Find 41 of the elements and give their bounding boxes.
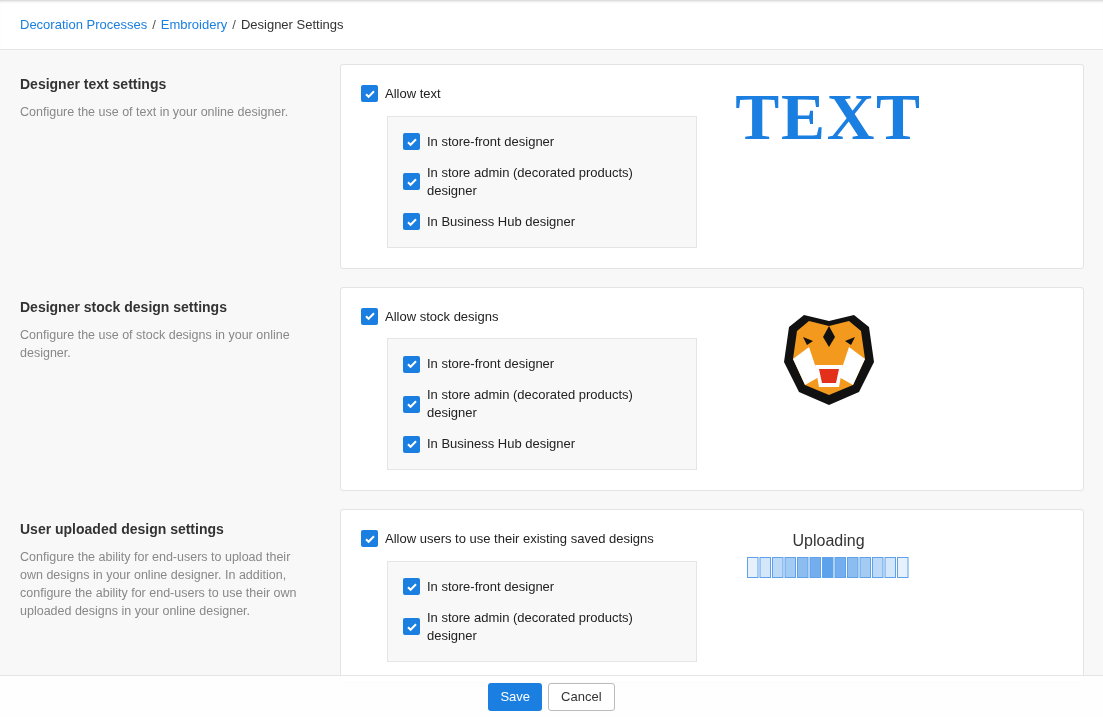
section-title: Designer text settings bbox=[20, 75, 168, 94]
check-icon bbox=[405, 358, 418, 370]
check-icon bbox=[405, 438, 418, 450]
checkbox[interactable] bbox=[361, 85, 378, 103]
section-title: Designer stock design settings bbox=[20, 297, 228, 317]
checkbox-label: In store-front designer bbox=[427, 132, 556, 151]
section-description: Configure the use of stock designs in your online designer. bbox=[20, 326, 291, 362]
checkbox[interactable] bbox=[403, 355, 420, 373]
checkbox-label: In store-front designer bbox=[427, 355, 556, 373]
checkbox[interactable] bbox=[403, 213, 420, 230]
checkbox-label: Allow stock designs bbox=[385, 307, 499, 326]
checkbox-label: In store admin (decorated products) designer bbox=[427, 163, 634, 200]
breadcrumb-separator: / bbox=[152, 15, 156, 34]
cancel-button[interactable]: Cancel bbox=[548, 682, 615, 711]
breadcrumb-current: Designer Settings bbox=[240, 15, 344, 34]
checkbox[interactable] bbox=[403, 618, 420, 635]
checkbox-label: In store admin (decorated products) designer bbox=[427, 386, 634, 422]
checkbox-label: In store admin (decorated products) designer bbox=[427, 608, 634, 645]
checkbox[interactable] bbox=[403, 395, 420, 413]
checkbox-label: Allow users to use their existing saved designs bbox=[385, 530, 654, 548]
breadcrumb-separator: / bbox=[232, 15, 236, 34]
checkbox[interactable] bbox=[403, 173, 420, 190]
text-sample: TEXT bbox=[735, 84, 922, 155]
checkbox[interactable] bbox=[361, 307, 378, 325]
checkbox-label: In Business Hub designer bbox=[427, 212, 577, 231]
section-description: Configure the ability for end-users to upload their own designs in your online designer. In addition, configure the ability for end-users to use their own uploaded designs in your online designer. bbox=[20, 549, 298, 620]
section-title: User uploaded design settings bbox=[20, 520, 225, 539]
check-icon bbox=[363, 310, 376, 323]
uploading-label: Uploading bbox=[792, 531, 865, 551]
section-description: Configure the use of text in your online designer. bbox=[20, 104, 290, 121]
checkbox-label: In store-front designer bbox=[427, 577, 556, 596]
checkbox[interactable] bbox=[403, 435, 420, 453]
save-button[interactable]: Save bbox=[488, 682, 543, 711]
checkbox[interactable] bbox=[403, 133, 420, 150]
checkbox[interactable] bbox=[403, 578, 420, 595]
breadcrumb-link[interactable]: Embroidery bbox=[160, 14, 228, 35]
breadcrumb-link[interactable]: Decoration Processes bbox=[20, 14, 148, 35]
checkbox-label: Allow text bbox=[385, 85, 441, 103]
check-icon bbox=[405, 398, 418, 410]
checkbox-label: In Business Hub designer bbox=[427, 435, 577, 453]
checkbox[interactable] bbox=[361, 530, 378, 548]
